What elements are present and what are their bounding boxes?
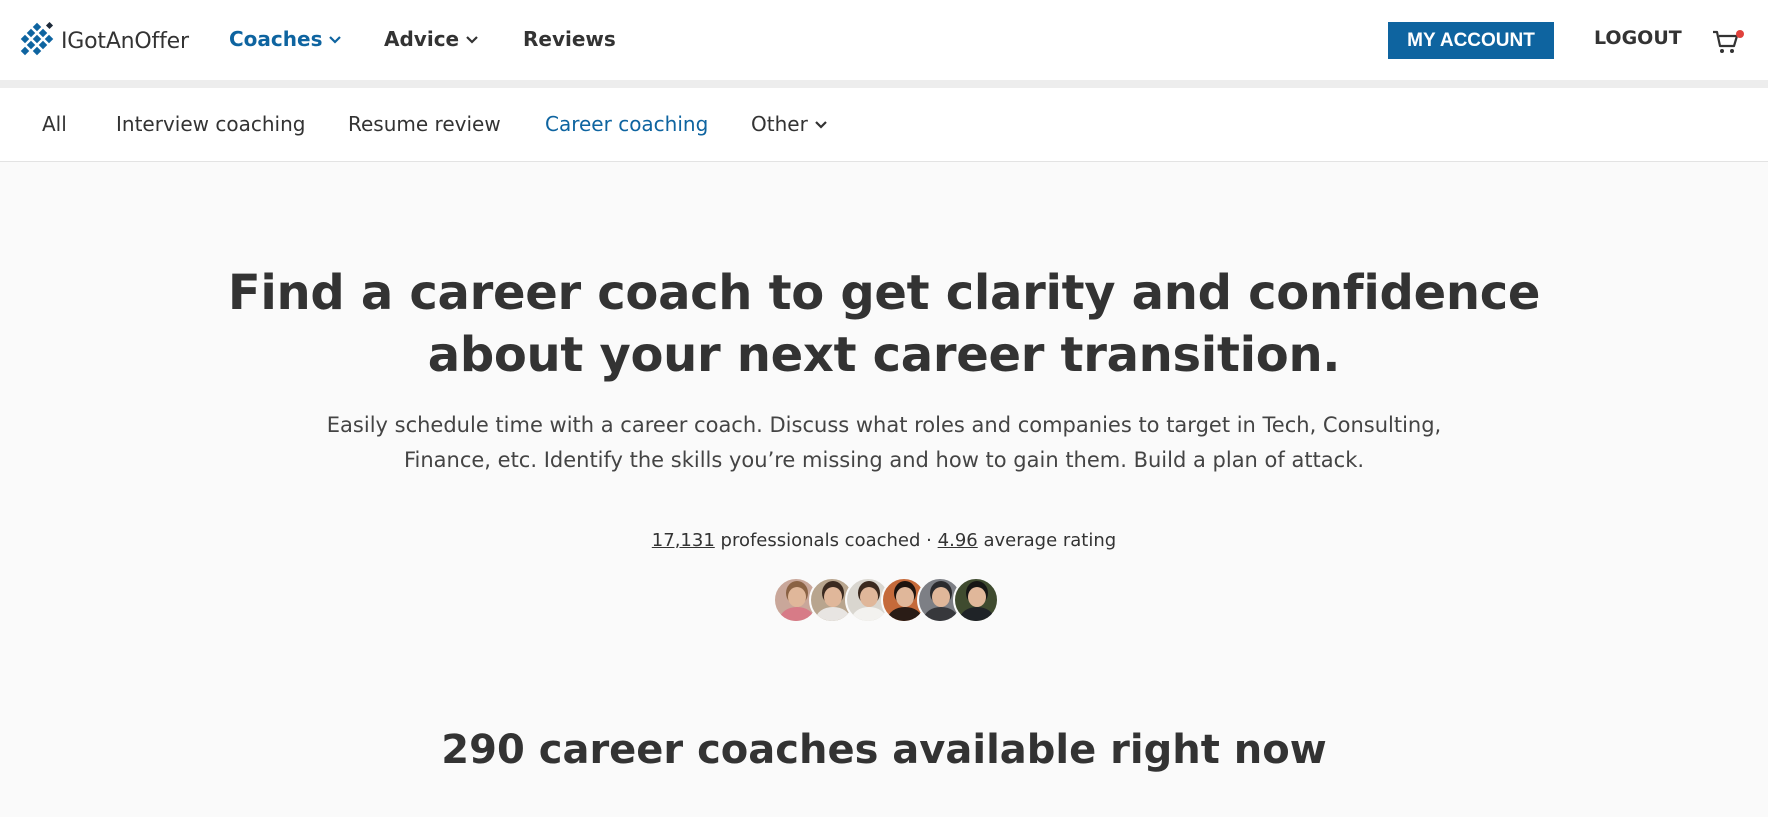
site-logo[interactable]: IGotAnOffer <box>18 22 189 60</box>
avatar-head <box>860 587 878 607</box>
stats-separator: · <box>926 530 932 551</box>
avatar-body <box>924 607 958 621</box>
page-title: Find a career coach to get clarity and c… <box>184 262 1584 386</box>
page-subtitle: Easily schedule time with a career coach… <box>284 408 1484 478</box>
logout-button[interactable]: LOGOUT <box>1594 27 1682 49</box>
professionals-label: professionals coached <box>720 530 921 551</box>
my-account-button[interactable]: MY ACCOUNT <box>1388 22 1554 59</box>
cart-badge <box>1736 30 1744 38</box>
nav-advice[interactable]: Advice <box>384 27 478 51</box>
avatar-head <box>896 587 914 607</box>
avatar-body <box>888 607 922 621</box>
nav-divider <box>0 80 1768 88</box>
avatar-head <box>788 587 806 607</box>
avatar-head <box>932 587 950 607</box>
rating-link[interactable]: 4.96 <box>938 530 978 551</box>
nav-coaches-label: Coaches <box>229 27 323 51</box>
logo-text: IGotAnOffer <box>61 28 189 54</box>
avatar-head <box>968 587 986 607</box>
chevron-down-icon <box>815 121 827 129</box>
avatar-body <box>780 607 814 621</box>
nav-reviews-label: Reviews <box>523 27 616 51</box>
chevron-down-icon <box>466 36 478 44</box>
social-proof-stats: 17,131 professionals coached · 4.96 aver… <box>484 530 1284 551</box>
nav-advice-label: Advice <box>384 27 460 51</box>
tab-resume-review[interactable]: Resume review <box>348 112 501 136</box>
professionals-count-link[interactable]: 17,131 <box>652 530 715 551</box>
coaches-count-heading: 290 career coaches available right now <box>384 727 1384 773</box>
coaches-count-label: career coaches available right now <box>538 727 1327 773</box>
avatar-body <box>816 607 850 621</box>
tab-other[interactable]: Other <box>751 112 827 136</box>
tab-career-coaching[interactable]: Career coaching <box>545 112 708 136</box>
avatar-head <box>824 587 842 607</box>
coach-avatar-6[interactable] <box>953 577 999 623</box>
tab-interview-coaching[interactable]: Interview coaching <box>116 112 305 136</box>
page-title-line-1: Find a career coach to get clarity and c… <box>227 265 1541 321</box>
avatar-body <box>852 607 886 621</box>
nav-reviews[interactable]: Reviews <box>523 27 616 51</box>
avatar-body <box>960 607 994 621</box>
top-navigation: IGotAnOffer Coaches Advice Reviews MY AC… <box>0 0 1768 80</box>
category-tabs: All Interview coaching Resume review Car… <box>0 88 1768 162</box>
page-title-line-2: about your next career transition. <box>427 327 1341 383</box>
page-subtitle-line-1: Easily schedule time with a career coach… <box>326 413 1442 437</box>
nav-coaches[interactable]: Coaches <box>229 27 342 51</box>
page-subtitle-line-2: Finance, etc. Identify the skills you’re… <box>403 448 1365 472</box>
coach-avatars <box>773 577 999 623</box>
coaches-count: 290 <box>441 727 525 773</box>
tab-other-label: Other <box>751 112 808 136</box>
tab-all[interactable]: All <box>42 112 67 136</box>
rating-label: average rating <box>983 530 1117 551</box>
chevron-down-icon <box>329 36 342 44</box>
logo-diamond-icon <box>20 22 54 56</box>
